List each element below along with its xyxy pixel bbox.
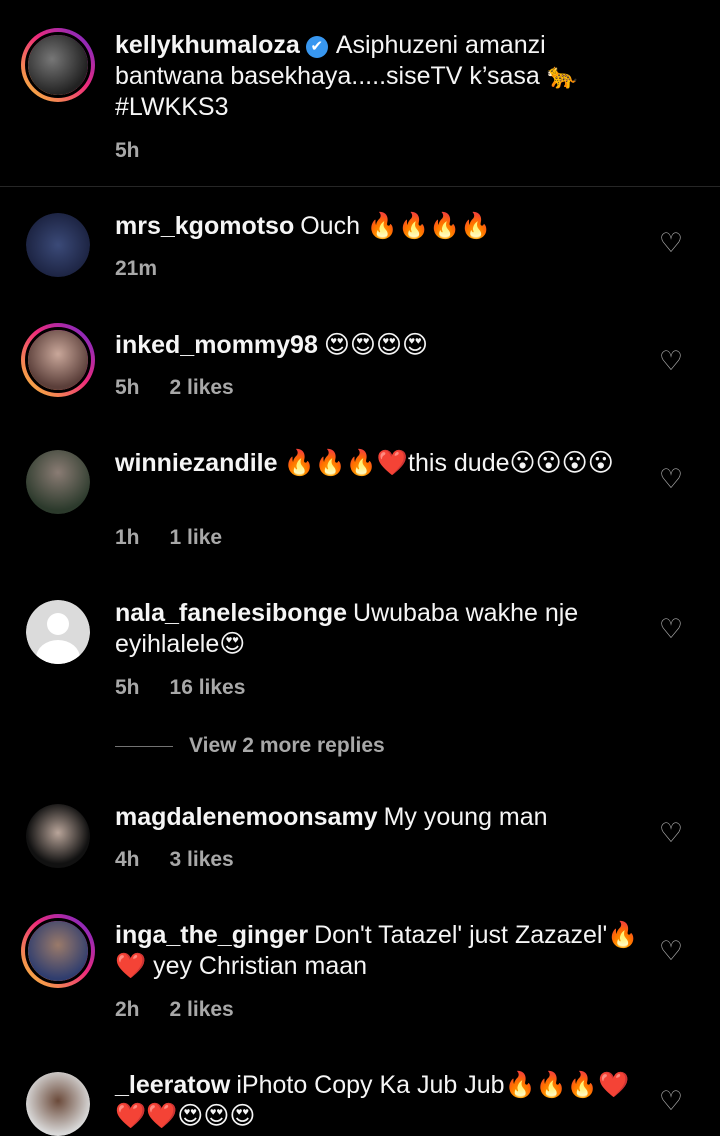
heart-outline-icon[interactable]: ♡: [656, 936, 686, 966]
comment-body: 🔥🔥🔥❤️this dude😮😮😮😮: [283, 449, 614, 477]
post-caption: kellykhumaloza ✔ Asiphuzeni amanzi bantwan…: [0, 0, 720, 187]
comment-avatar[interactable]: [26, 450, 90, 514]
comment-username[interactable]: winniezandile: [115, 449, 278, 477]
comment-text: inga_the_ginger Don't Tatazel' just Zazaz…: [115, 920, 640, 982]
comment-time: 4h: [115, 848, 140, 871]
comment-likes[interactable]: 16 likes: [170, 676, 246, 699]
default-avatar-icon: [26, 600, 90, 664]
comment-avatar[interactable]: [21, 323, 95, 397]
caption-avatar[interactable]: [21, 28, 95, 102]
comment-time: 2h: [115, 998, 140, 1021]
comment-body: My young man: [383, 803, 548, 831]
comment-avatar[interactable]: [26, 804, 90, 868]
comment-likes[interactable]: 2 likes: [170, 376, 234, 399]
caption-username[interactable]: kellykhumaloza: [115, 31, 300, 59]
comment-username[interactable]: magdalenemoonsamy: [115, 803, 378, 831]
comment-text: inked_mommy98 😍😍😍😍: [115, 330, 640, 361]
comment-time: 1h: [115, 526, 140, 549]
heart-outline-icon[interactable]: ♡: [656, 614, 686, 644]
comment-body: 😍😍😍😍: [323, 331, 429, 359]
comment-avatar[interactable]: [21, 914, 95, 988]
heart-outline-icon[interactable]: ♡: [656, 464, 686, 494]
caption-meta: 5h: [115, 139, 170, 163]
comment-meta: 5h 16 likes: [115, 676, 275, 700]
heart-outline-icon[interactable]: ♡: [656, 818, 686, 848]
comment-body: Ouch 🔥🔥🔥🔥: [300, 212, 492, 240]
comment-text: magdalenemoonsamy My young man: [115, 802, 640, 833]
comment-username[interactable]: _leeratow: [115, 1071, 230, 1099]
caption-text: kellykhumaloza ✔ Asiphuzeni amanzi bantwan…: [115, 30, 640, 123]
comment-username[interactable]: inked_mommy98: [115, 331, 318, 359]
comment-meta: 2h 2 likes: [115, 998, 264, 1022]
verified-badge-icon: ✔: [305, 36, 328, 58]
comment-likes[interactable]: 3 likes: [170, 848, 234, 871]
comment-meta: 5h 2 likes: [115, 376, 264, 400]
replies-divider: [115, 745, 173, 747]
heart-outline-icon[interactable]: ♡: [656, 346, 686, 376]
comment-likes[interactable]: 2 likes: [170, 998, 234, 1021]
comment-username[interactable]: nala_fanelesibonge: [115, 599, 347, 627]
comment-text: winniezandile 🔥🔥🔥❤️this dude😮😮😮😮: [115, 448, 640, 479]
comment-text: mrs_kgomotso Ouch 🔥🔥🔥🔥: [115, 211, 640, 242]
comment-meta: 1h 1 like: [115, 526, 252, 550]
view-replies-label: View 2 more replies: [189, 734, 385, 757]
comment-meta: 21m: [115, 257, 187, 281]
comment-time: 5h: [115, 676, 140, 699]
comment-likes[interactable]: 1 like: [170, 526, 223, 549]
heart-outline-icon[interactable]: ♡: [656, 1086, 686, 1116]
comment-avatar[interactable]: [26, 600, 90, 664]
comment-time: 21m: [115, 257, 158, 280]
comment-avatar[interactable]: [26, 1072, 90, 1136]
comment-time: 5h: [115, 376, 140, 399]
view-more-replies-button[interactable]: View 2 more replies: [115, 734, 385, 758]
comment-username[interactable]: inga_the_ginger: [115, 921, 308, 949]
comment-meta: 4h 3 likes: [115, 848, 264, 872]
comment-username[interactable]: mrs_kgomotso: [115, 212, 294, 240]
comment-text: _leeratow iPhoto Copy Ka Jub Jub🔥🔥🔥❤️❤️❤️…: [115, 1070, 640, 1132]
comment-avatar[interactable]: [26, 213, 90, 277]
comment-text: nala_fanelesibonge Uwubaba wakhe nje eyih…: [115, 598, 640, 660]
heart-outline-icon[interactable]: ♡: [656, 228, 686, 258]
caption-time: 5h: [115, 139, 140, 162]
